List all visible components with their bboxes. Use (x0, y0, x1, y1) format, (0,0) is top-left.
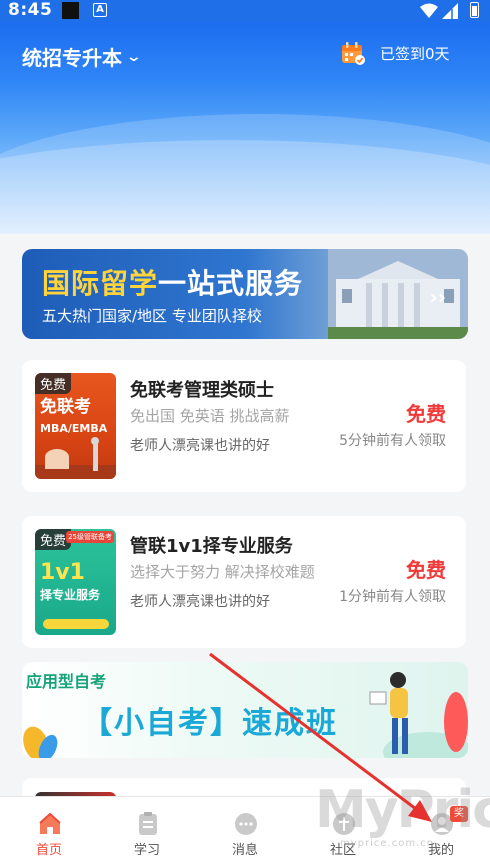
tab-label: 首页 (35, 843, 62, 858)
promo-top-text: 应用型自考 (26, 672, 107, 691)
building-image (328, 249, 468, 339)
card-title: 免联考管理类硕士 (130, 380, 274, 401)
card-subtitle: 免出国 免英语 挑战高薪 (130, 407, 290, 425)
clipboard-icon (139, 812, 157, 835)
course-card-1v1[interactable]: 免费 25级管联备考 1v1 择专业服务 管联1v1择专业服务 选择大于努力 解决… (22, 516, 466, 648)
student-illustration (369, 672, 468, 758)
course-cover-image: 免费 25级管联备考 1v1 择专业服务 (35, 529, 116, 635)
card-claim-time: 5分钟前有人领取 (339, 433, 446, 449)
reward-badge: 奖 (450, 806, 468, 822)
tab-profile[interactable]: 奖 我的 (392, 797, 490, 859)
course-cover-image: 免费 免联考 MBA/EMBA (35, 373, 116, 479)
landmark-image (35, 437, 116, 479)
chat-bubble-icon (235, 813, 257, 835)
chevron-down-icon: ⌄ (125, 48, 143, 65)
tab-label: 我的 (427, 843, 454, 858)
bottom-tab-bar: 首页 学习 消息 社区 奖 我的 (0, 796, 490, 859)
cover-text: 1v1 择专业服务 (40, 560, 101, 603)
tab-messages[interactable]: 消息 (196, 797, 294, 859)
home-icon (39, 812, 61, 834)
signal-icon (442, 3, 458, 19)
status-bar: 8:45 A (0, 0, 490, 22)
calendar-icon (342, 42, 365, 65)
banner-title: 国际留学一站式服务 (42, 267, 304, 300)
double-arrow-icon: ›› (429, 285, 446, 309)
card-subtitle: 选择大于努力 解决择校难题 (130, 563, 315, 581)
banner-subtitle: 五大热门国家/地区 专业团队择校 (42, 307, 262, 325)
wifi-icon (420, 3, 438, 18)
card-claim-time: 1分钟前有人领取 (339, 589, 446, 605)
status-time: 8:45 (8, 0, 53, 20)
exam-type-selector[interactable]: 统招专升本 ⌄ (22, 42, 143, 71)
tab-label: 社区 (329, 843, 356, 858)
tab-community[interactable]: 社区 (294, 797, 392, 859)
checkin-label: 已签到0天 (380, 44, 450, 63)
card-teacher-note: 老师人漂亮课也讲的好 (130, 438, 270, 454)
cover-badge: 25级管联备考 (66, 531, 114, 543)
header: 统招专升本 ⌄ 已签到0天 (0, 22, 490, 234)
free-tag: 免费 (35, 373, 72, 394)
battery-icon (470, 2, 479, 18)
card-teacher-note: 老师人漂亮课也讲的好 (130, 594, 270, 610)
self-study-promo-banner[interactable]: 应用型自考 【小自考】速成班 (22, 662, 468, 758)
card-price: 免费 (406, 402, 446, 426)
community-icon (333, 813, 355, 835)
card-price: 免费 (406, 558, 446, 582)
tab-study[interactable]: 学习 (98, 797, 196, 859)
tab-home[interactable]: 首页 (0, 797, 98, 859)
course-card-mba[interactable]: 免费 免联考 MBA/EMBA 免联考管理类硕士 免出国 免英语 挑战高薪 老师人… (22, 360, 466, 492)
exam-type-label: 统招专升本 (22, 46, 122, 70)
study-abroad-banner[interactable]: 国际留学一站式服务 五大热门国家/地区 专业团队择校 ›› (22, 249, 468, 339)
leaf-decoration (23, 726, 58, 758)
promo-main-text: 【小自考】速成班 (82, 706, 338, 741)
tab-label: 学习 (133, 843, 160, 858)
cover-text: 免联考 MBA/EMBA (40, 397, 108, 435)
tab-label: 消息 (231, 843, 258, 858)
notification-square-icon (62, 2, 79, 19)
notification-a-icon: A (93, 3, 107, 17)
card-title: 管联1v1择专业服务 (130, 536, 293, 557)
checkin-button[interactable]: 已签到0天 (340, 40, 450, 66)
